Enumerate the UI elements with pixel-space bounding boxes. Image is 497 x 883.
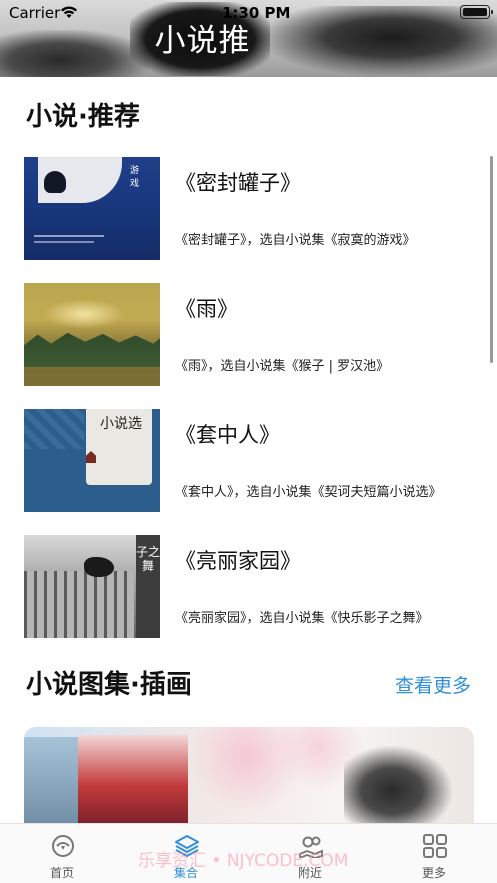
tab-more[interactable]: 更多 <box>372 824 496 883</box>
status-time: 1:30 PM <box>222 4 291 22</box>
cover-art <box>24 373 160 386</box>
cover-art <box>84 557 114 577</box>
cover-text: 子之舞 <box>136 535 160 638</box>
cover-text: 游戏 <box>130 166 140 189</box>
cover-art <box>44 171 66 193</box>
cover-art <box>24 409 84 449</box>
ink-splash <box>0 30 150 77</box>
novel-cover <box>24 283 160 386</box>
cover-art <box>24 571 134 638</box>
tab-label: 更多 <box>421 866 446 880</box>
home-icon <box>52 835 74 857</box>
novel-desc: 《亮丽家园》，选自小说集《快乐影子之舞》 <box>175 611 429 626</box>
section-title-recommend: 小说·推荐 <box>26 102 140 132</box>
novel-desc: 《密封罐子》，选自小说集《寂寞的游戏》 <box>175 233 416 248</box>
cover-art <box>44 299 124 329</box>
illustration-art <box>78 735 188 827</box>
tab-home[interactable]: 首页 <box>0 824 124 883</box>
watermark: 乐享资汇 • NJYCODE.COM <box>138 851 349 871</box>
illustration-art <box>24 737 78 827</box>
novel-title: 《雨》 <box>175 297 238 321</box>
novel-cover: 小说选 <box>24 409 160 512</box>
carrier-label: Carrier <box>9 4 61 22</box>
novel-desc: 《套中人》，选自小说集《契诃夫短篇小说选》 <box>175 485 442 500</box>
novel-desc: 《雨》，选自小说集《猴子 | 罗汉池》 <box>175 359 390 374</box>
illustration-card[interactable] <box>24 727 474 827</box>
cover-art <box>34 241 94 243</box>
novel-item[interactable]: 《雨》 《雨》，选自小说集《猴子 | 罗汉池》 <box>24 283 474 386</box>
novel-title: 《亮丽家园》 <box>175 549 301 573</box>
novel-title: 《密封罐子》 <box>175 171 301 195</box>
status-bar: Carrier 1:30 PM <box>0 0 497 26</box>
novel-title: 《套中人》 <box>175 423 280 447</box>
novel-item[interactable]: 小说选 《套中人》 《套中人》，选自小说集《契诃夫短篇小说选》 <box>24 409 474 512</box>
novel-cover: 子之舞 <box>24 535 160 638</box>
novel-cover: 游戏 <box>24 157 160 260</box>
battery-icon <box>460 5 493 19</box>
cover-art <box>34 235 104 237</box>
view-more-link[interactable]: 查看更多 <box>395 671 471 698</box>
novel-item[interactable]: 子之舞 《亮丽家园》 《亮丽家园》，选自小说集《快乐影子之舞》 <box>24 535 474 638</box>
wifi-icon <box>61 6 77 18</box>
illustration-art <box>344 737 464 827</box>
grid-icon <box>423 834 447 858</box>
cover-art <box>24 332 160 367</box>
tab-label: 首页 <box>49 866 74 880</box>
section-title-gallery: 小说图集·插画 <box>26 670 192 700</box>
scrollbar[interactable] <box>490 156 493 363</box>
novel-item[interactable]: 游戏 《密封罐子》 《密封罐子》，选自小说集《寂寞的游戏》 <box>24 157 474 260</box>
cover-text: 小说选 <box>100 416 142 432</box>
